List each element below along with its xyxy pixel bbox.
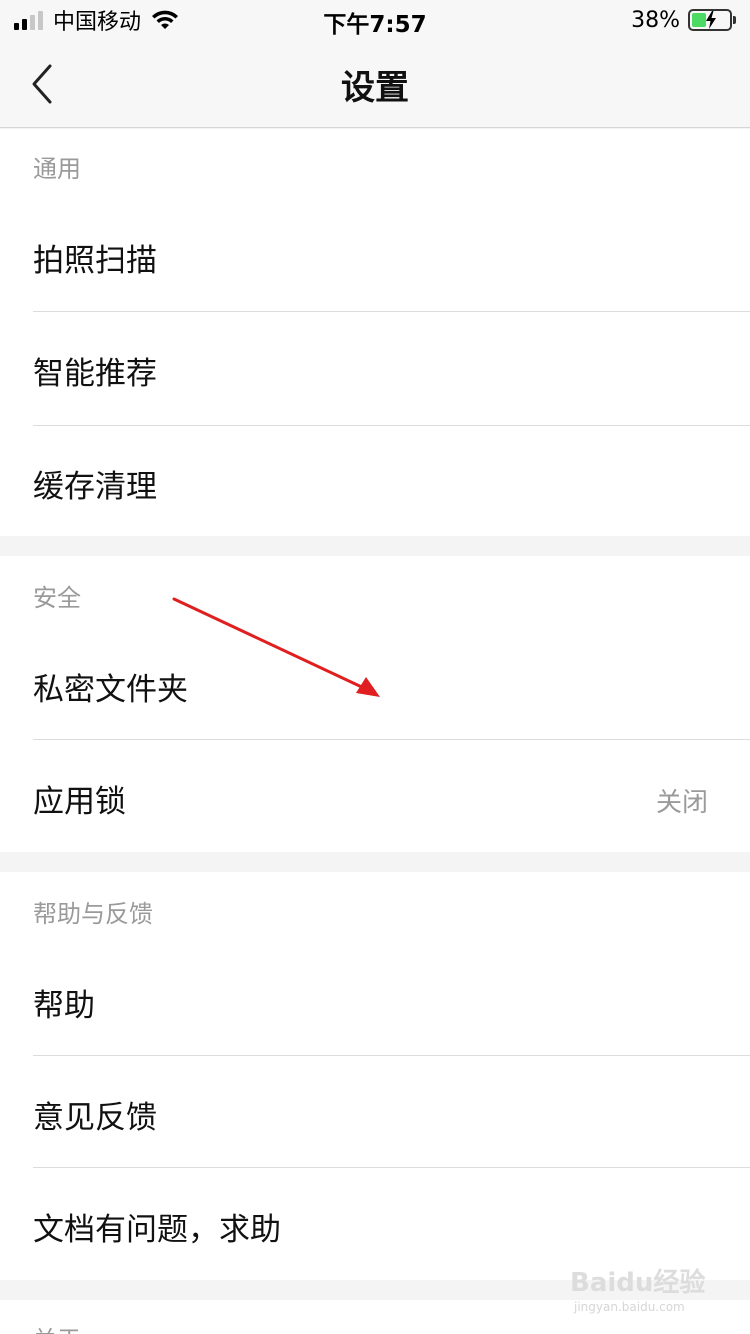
section-header: 通用	[33, 155, 81, 183]
setting-photo-scan[interactable]: 拍照扫描	[0, 199, 750, 311]
section-header: 关于	[33, 1320, 81, 1334]
battery-tip	[733, 16, 736, 24]
app-lock-status: 关闭	[655, 788, 708, 818]
annotation-arrow-icon	[172, 597, 380, 697]
setting-help[interactable]: 帮助	[0, 944, 750, 1056]
status-bar: 中国移动 下午7:57 38%	[0, 0, 750, 40]
settings-screen: 中国移动 下午7:57 38% 设置 通用 拍照扫描 智能推荐 缓存清理 安全 …	[0, 0, 750, 1334]
setting-label: 拍照扫描	[33, 243, 157, 279]
setting-label: 文档有问题，求助	[33, 1212, 281, 1248]
watermark-url: jingyan.baidu.com	[574, 1300, 685, 1314]
baidu-watermark: Baidu经验 jingyan.baidu.com	[570, 1248, 720, 1328]
section-general: 通用 拍照扫描 智能推荐 缓存清理	[0, 129, 750, 536]
setting-label: 应用锁	[33, 784, 126, 820]
page-title: 设置	[341, 68, 409, 108]
setting-cache-clean[interactable]: 缓存清理	[0, 425, 750, 537]
section-help-feedback: 帮助与反馈 帮助 意见反馈 文档有问题，求助	[0, 872, 750, 1280]
setting-smart-recommend[interactable]: 智能推荐	[0, 312, 750, 424]
status-right: 38%	[631, 6, 736, 34]
battery-icon	[688, 9, 732, 31]
nav-bar: 设置	[0, 40, 750, 128]
watermark-text: Baidu经验	[570, 1268, 706, 1298]
section-header: 帮助与反馈	[33, 900, 153, 928]
setting-label: 帮助	[33, 988, 95, 1024]
section-header: 安全	[33, 584, 81, 612]
charging-bolt-icon	[706, 11, 716, 29]
battery-percent: 38%	[631, 7, 680, 33]
setting-app-lock[interactable]: 应用锁 关闭	[0, 740, 750, 852]
setting-label: 意见反馈	[33, 1100, 157, 1136]
setting-label: 缓存清理	[33, 469, 157, 505]
setting-label: 智能推荐	[33, 356, 157, 392]
setting-feedback[interactable]: 意见反馈	[0, 1056, 750, 1168]
